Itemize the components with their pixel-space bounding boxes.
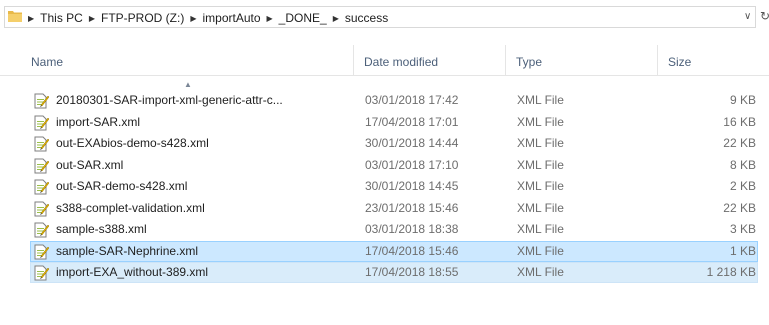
xml-file-icon [34,93,49,109]
column-header: ▲ Name Date modified Type Size [0,41,769,89]
column-name[interactable]: Name [31,41,353,75]
chevron-right-icon[interactable]: ▶ [267,14,273,23]
file-date-modified: 17/04/2018 18:55 [365,265,459,279]
file-row[interactable]: import-SAR.xml 17/04/2018 17:01 XML File 16… [30,112,758,133]
file-date-modified: 03/01/2018 17:42 [365,93,459,107]
file-date-modified: 30/01/2018 14:44 [365,136,459,150]
file-size: 2 KB [729,179,756,193]
breadcrumb-item[interactable]: success [345,11,388,25]
file-size: 22 KB [723,201,756,215]
xml-file-icon [34,222,49,238]
file-name: sample-s388.xml [56,222,147,236]
column-divider[interactable] [505,45,506,75]
xml-file-icon [34,179,49,195]
xml-file-icon [34,158,49,174]
file-size: 3 KB [729,222,756,236]
column-type[interactable]: Type [516,41,646,75]
file-row[interactable]: import-EXA_without-389.xml 17/04/2018 18:… [30,262,758,283]
file-row[interactable]: 20180301-SAR-import-xml-generic-attr-c..… [30,90,758,111]
file-type: XML File [517,115,564,129]
file-name: sample-SAR-Nephrine.xml [56,244,199,258]
file-date-modified: 17/04/2018 17:01 [365,115,459,129]
file-date-modified: 30/01/2018 14:45 [365,179,459,193]
file-row[interactable]: out-SAR-demo-s428.xml 30/01/2018 14:45 XML… [30,176,758,197]
column-divider[interactable] [353,45,354,75]
file-size: 22 KB [723,136,756,150]
address-bar: ▶ This PC ▶ FTP-PROD (Z:) ▶ importAuto ▶ _DONE_… [0,0,769,33]
xml-file-icon [34,115,49,131]
xml-file-icon [34,265,49,281]
file-name: out-SAR-demo-s428.xml [56,179,188,193]
file-type: XML File [517,158,564,172]
file-date-modified: 03/01/2018 18:38 [365,222,459,236]
file-row[interactable]: sample-s388.xml 03/01/2018 18:38 XML File 3… [30,219,758,240]
file-type: XML File [517,136,564,150]
file-date-modified: 03/01/2018 17:10 [365,158,459,172]
file-name: import-EXA_without-389.xml [56,265,209,279]
chevron-right-icon[interactable]: ▶ [190,14,196,23]
file-name: s388-complet-validation.xml [56,201,205,215]
refresh-icon[interactable]: ↻ [760,9,769,23]
file-row[interactable]: out-EXAbios-demo-s428.xml 30/01/2018 14:4… [30,133,758,154]
file-type: XML File [517,265,564,279]
file-date-modified: 17/04/2018 15:46 [365,244,459,258]
file-row[interactable]: sample-SAR-Nephrine.xml 17/04/2018 15:46 X… [30,241,758,262]
column-date-modified[interactable]: Date modified [364,41,500,75]
file-size: 8 KB [729,158,756,172]
file-name: out-SAR.xml [56,158,124,172]
file-size: 1 218 KB [706,265,756,279]
file-date-modified: 23/01/2018 15:46 [365,201,459,215]
file-name: out-EXAbios-demo-s428.xml [56,136,209,150]
file-type: XML File [517,201,564,215]
breadcrumb-item[interactable]: This PC [40,11,83,25]
file-name: 20180301-SAR-import-xml-generic-attr-c..… [56,93,283,107]
file-type: XML File [517,179,564,193]
file-type: XML File [517,244,564,258]
breadcrumb-item[interactable]: importAuto [202,11,260,25]
xml-file-icon [34,244,49,260]
breadcrumb-item[interactable]: FTP-PROD (Z:) [101,11,184,25]
chevron-down-icon[interactable]: ∨ [744,11,751,22]
file-row[interactable]: out-SAR.xml 03/01/2018 17:10 XML File 8 KB [30,155,758,176]
xml-file-icon [34,201,49,217]
file-size: 9 KB [729,93,756,107]
file-size: 16 KB [723,115,756,129]
sort-ascending-icon: ▲ [184,80,192,89]
file-size: 1 KB [729,244,756,258]
chevron-right-icon[interactable]: ▶ [28,14,34,23]
chevron-right-icon[interactable]: ▶ [89,14,95,23]
chevron-right-icon[interactable]: ▶ [333,14,339,23]
column-size[interactable]: Size [668,41,758,75]
xml-file-icon [34,136,49,152]
breadcrumb-item[interactable]: _DONE_ [279,11,327,25]
file-row[interactable]: s388-complet-validation.xml 23/01/2018 15… [30,198,758,219]
folder-icon [8,11,22,22]
file-name: import-SAR.xml [56,115,141,129]
file-type: XML File [517,93,564,107]
column-divider[interactable] [657,45,658,75]
breadcrumb: ▶ This PC ▶ FTP-PROD (Z:) ▶ importAuto ▶ _DONE_… [28,10,388,26]
file-type: XML File [517,222,564,236]
